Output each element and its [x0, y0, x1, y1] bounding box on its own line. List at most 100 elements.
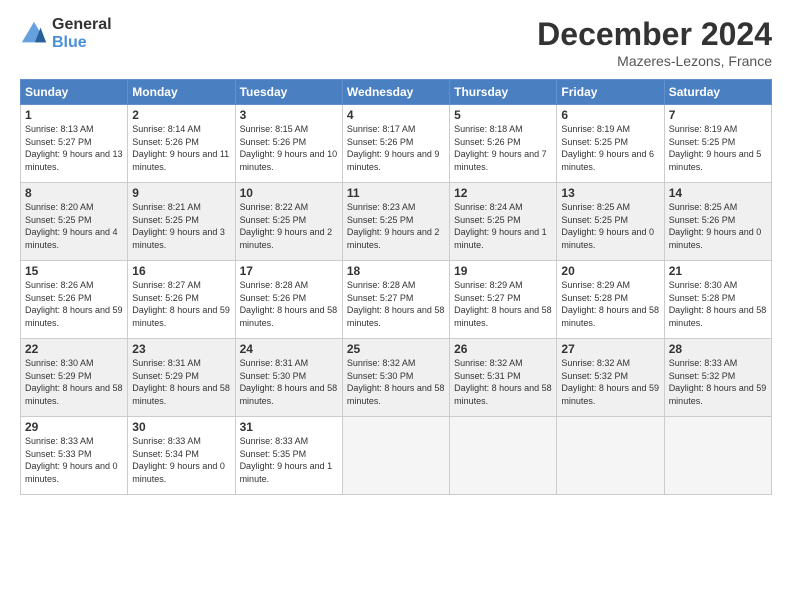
day-number: 14	[669, 186, 767, 200]
day-info: Sunrise: 8:33 AMSunset: 5:32 PMDaylight:…	[669, 358, 767, 406]
day-info: Sunrise: 8:28 AMSunset: 5:26 PMDaylight:…	[240, 280, 338, 328]
day-info: Sunrise: 8:31 AMSunset: 5:29 PMDaylight:…	[132, 358, 230, 406]
col-saturday: Saturday	[664, 80, 771, 105]
day-info: Sunrise: 8:33 AMSunset: 5:35 PMDaylight:…	[240, 436, 333, 484]
day-cell-2: 2 Sunrise: 8:14 AMSunset: 5:26 PMDayligh…	[128, 105, 235, 183]
empty-cell	[557, 417, 664, 495]
day-number: 1	[25, 108, 123, 122]
day-cell-25: 25 Sunrise: 8:32 AMSunset: 5:30 PMDaylig…	[342, 339, 449, 417]
calendar: Sunday Monday Tuesday Wednesday Thursday…	[20, 79, 772, 495]
day-info: Sunrise: 8:25 AMSunset: 5:26 PMDaylight:…	[669, 202, 762, 250]
day-number: 10	[240, 186, 338, 200]
day-info: Sunrise: 8:26 AMSunset: 5:26 PMDaylight:…	[25, 280, 123, 328]
day-cell-16: 16 Sunrise: 8:27 AMSunset: 5:26 PMDaylig…	[128, 261, 235, 339]
day-number: 22	[25, 342, 123, 356]
day-info: Sunrise: 8:15 AMSunset: 5:26 PMDaylight:…	[240, 124, 338, 172]
day-number: 15	[25, 264, 123, 278]
day-cell-8: 8 Sunrise: 8:20 AMSunset: 5:25 PMDayligh…	[21, 183, 128, 261]
day-info: Sunrise: 8:17 AMSunset: 5:26 PMDaylight:…	[347, 124, 440, 172]
day-number: 6	[561, 108, 659, 122]
location: Mazeres-Lezons, France	[537, 53, 772, 69]
day-cell-10: 10 Sunrise: 8:22 AMSunset: 5:25 PMDaylig…	[235, 183, 342, 261]
day-info: Sunrise: 8:24 AMSunset: 5:25 PMDaylight:…	[454, 202, 547, 250]
day-cell-12: 12 Sunrise: 8:24 AMSunset: 5:25 PMDaylig…	[450, 183, 557, 261]
day-number: 24	[240, 342, 338, 356]
calendar-row-1: 8 Sunrise: 8:20 AMSunset: 5:25 PMDayligh…	[21, 183, 772, 261]
day-cell-29: 29 Sunrise: 8:33 AMSunset: 5:33 PMDaylig…	[21, 417, 128, 495]
col-thursday: Thursday	[450, 80, 557, 105]
day-info: Sunrise: 8:29 AMSunset: 5:27 PMDaylight:…	[454, 280, 552, 328]
day-cell-22: 22 Sunrise: 8:30 AMSunset: 5:29 PMDaylig…	[21, 339, 128, 417]
col-monday: Monday	[128, 80, 235, 105]
day-cell-4: 4 Sunrise: 8:17 AMSunset: 5:26 PMDayligh…	[342, 105, 449, 183]
day-cell-20: 20 Sunrise: 8:29 AMSunset: 5:28 PMDaylig…	[557, 261, 664, 339]
day-cell-31: 31 Sunrise: 8:33 AMSunset: 5:35 PMDaylig…	[235, 417, 342, 495]
day-info: Sunrise: 8:22 AMSunset: 5:25 PMDaylight:…	[240, 202, 333, 250]
day-info: Sunrise: 8:28 AMSunset: 5:27 PMDaylight:…	[347, 280, 445, 328]
calendar-header-row: Sunday Monday Tuesday Wednesday Thursday…	[21, 80, 772, 105]
day-info: Sunrise: 8:32 AMSunset: 5:32 PMDaylight:…	[561, 358, 659, 406]
calendar-row-3: 22 Sunrise: 8:30 AMSunset: 5:29 PMDaylig…	[21, 339, 772, 417]
day-cell-21: 21 Sunrise: 8:30 AMSunset: 5:28 PMDaylig…	[664, 261, 771, 339]
day-info: Sunrise: 8:33 AMSunset: 5:33 PMDaylight:…	[25, 436, 118, 484]
day-cell-1: 1 Sunrise: 8:13 AMSunset: 5:27 PMDayligh…	[21, 105, 128, 183]
col-friday: Friday	[557, 80, 664, 105]
empty-cell	[664, 417, 771, 495]
day-info: Sunrise: 8:21 AMSunset: 5:25 PMDaylight:…	[132, 202, 225, 250]
day-number: 28	[669, 342, 767, 356]
day-cell-30: 30 Sunrise: 8:33 AMSunset: 5:34 PMDaylig…	[128, 417, 235, 495]
day-info: Sunrise: 8:14 AMSunset: 5:26 PMDaylight:…	[132, 124, 229, 172]
day-cell-5: 5 Sunrise: 8:18 AMSunset: 5:26 PMDayligh…	[450, 105, 557, 183]
logo-general-text: General	[52, 16, 112, 34]
day-number: 27	[561, 342, 659, 356]
day-cell-7: 7 Sunrise: 8:19 AMSunset: 5:25 PMDayligh…	[664, 105, 771, 183]
day-info: Sunrise: 8:19 AMSunset: 5:25 PMDaylight:…	[561, 124, 654, 172]
day-cell-13: 13 Sunrise: 8:25 AMSunset: 5:25 PMDaylig…	[557, 183, 664, 261]
day-info: Sunrise: 8:30 AMSunset: 5:28 PMDaylight:…	[669, 280, 767, 328]
day-number: 2	[132, 108, 230, 122]
day-number: 23	[132, 342, 230, 356]
day-cell-6: 6 Sunrise: 8:19 AMSunset: 5:25 PMDayligh…	[557, 105, 664, 183]
calendar-row-4: 29 Sunrise: 8:33 AMSunset: 5:33 PMDaylig…	[21, 417, 772, 495]
col-tuesday: Tuesday	[235, 80, 342, 105]
day-cell-23: 23 Sunrise: 8:31 AMSunset: 5:29 PMDaylig…	[128, 339, 235, 417]
page: General Blue December 2024 Mazeres-Lezon…	[0, 0, 792, 612]
day-cell-3: 3 Sunrise: 8:15 AMSunset: 5:26 PMDayligh…	[235, 105, 342, 183]
day-number: 9	[132, 186, 230, 200]
day-cell-15: 15 Sunrise: 8:26 AMSunset: 5:26 PMDaylig…	[21, 261, 128, 339]
day-number: 11	[347, 186, 445, 200]
day-info: Sunrise: 8:30 AMSunset: 5:29 PMDaylight:…	[25, 358, 123, 406]
empty-cell	[342, 417, 449, 495]
day-info: Sunrise: 8:33 AMSunset: 5:34 PMDaylight:…	[132, 436, 225, 484]
day-cell-24: 24 Sunrise: 8:31 AMSunset: 5:30 PMDaylig…	[235, 339, 342, 417]
day-info: Sunrise: 8:20 AMSunset: 5:25 PMDaylight:…	[25, 202, 118, 250]
day-number: 17	[240, 264, 338, 278]
day-number: 19	[454, 264, 552, 278]
calendar-row-0: 1 Sunrise: 8:13 AMSunset: 5:27 PMDayligh…	[21, 105, 772, 183]
title-block: December 2024 Mazeres-Lezons, France	[537, 16, 772, 69]
empty-cell	[450, 417, 557, 495]
day-number: 5	[454, 108, 552, 122]
day-cell-19: 19 Sunrise: 8:29 AMSunset: 5:27 PMDaylig…	[450, 261, 557, 339]
logo-icon	[20, 20, 48, 48]
day-info: Sunrise: 8:27 AMSunset: 5:26 PMDaylight:…	[132, 280, 230, 328]
day-number: 31	[240, 420, 338, 434]
day-info: Sunrise: 8:31 AMSunset: 5:30 PMDaylight:…	[240, 358, 338, 406]
calendar-row-2: 15 Sunrise: 8:26 AMSunset: 5:26 PMDaylig…	[21, 261, 772, 339]
day-number: 29	[25, 420, 123, 434]
day-number: 18	[347, 264, 445, 278]
day-number: 26	[454, 342, 552, 356]
day-info: Sunrise: 8:23 AMSunset: 5:25 PMDaylight:…	[347, 202, 440, 250]
header: General Blue December 2024 Mazeres-Lezon…	[20, 16, 772, 69]
day-number: 12	[454, 186, 552, 200]
day-number: 3	[240, 108, 338, 122]
day-cell-28: 28 Sunrise: 8:33 AMSunset: 5:32 PMDaylig…	[664, 339, 771, 417]
logo-blue-text: Blue	[52, 34, 112, 52]
day-cell-18: 18 Sunrise: 8:28 AMSunset: 5:27 PMDaylig…	[342, 261, 449, 339]
day-info: Sunrise: 8:13 AMSunset: 5:27 PMDaylight:…	[25, 124, 123, 172]
day-number: 7	[669, 108, 767, 122]
day-info: Sunrise: 8:18 AMSunset: 5:26 PMDaylight:…	[454, 124, 547, 172]
day-info: Sunrise: 8:32 AMSunset: 5:31 PMDaylight:…	[454, 358, 552, 406]
day-info: Sunrise: 8:19 AMSunset: 5:25 PMDaylight:…	[669, 124, 762, 172]
day-info: Sunrise: 8:32 AMSunset: 5:30 PMDaylight:…	[347, 358, 445, 406]
